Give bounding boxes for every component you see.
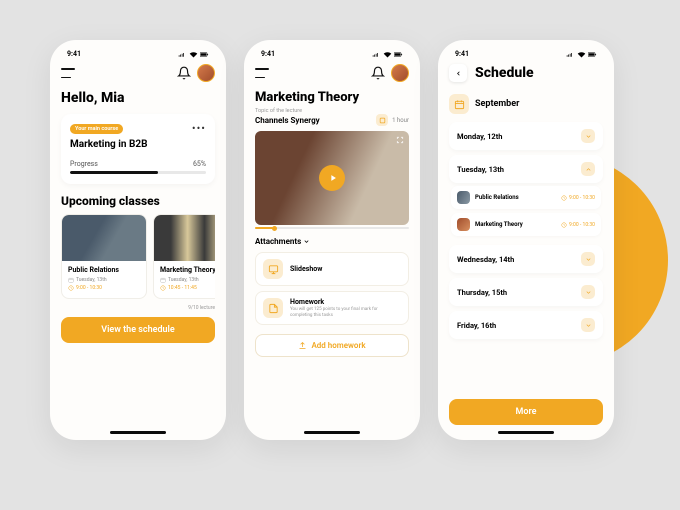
attachment-item[interactable]: Slideshow bbox=[255, 252, 409, 286]
day-row[interactable]: Tuesday, 13th bbox=[449, 155, 603, 183]
add-homework-label: Add homework bbox=[311, 341, 365, 350]
day-label: Wednesday, 14th bbox=[457, 255, 514, 264]
collapse-icon[interactable] bbox=[581, 162, 595, 176]
status-indicators bbox=[566, 51, 597, 58]
home-indicator[interactable] bbox=[304, 431, 360, 434]
menu-icon[interactable] bbox=[61, 68, 77, 78]
lecture-count: 9/10 lecture bbox=[61, 305, 215, 311]
menu-icon[interactable] bbox=[255, 68, 271, 78]
day-label: Friday, 16th bbox=[457, 321, 496, 330]
fullscreen-icon[interactable] bbox=[396, 136, 404, 144]
day-row[interactable]: Thursday, 15th bbox=[449, 278, 603, 306]
day-label: Tuesday, 13th bbox=[457, 165, 504, 174]
video-progress[interactable] bbox=[255, 227, 409, 229]
home-indicator[interactable] bbox=[498, 431, 554, 434]
status-bar: 9:41 bbox=[61, 50, 215, 58]
day-label: Monday, 12th bbox=[457, 132, 502, 141]
greeting: Hello, Mia bbox=[61, 90, 215, 106]
class-card[interactable]: Public Relations Tuesday, 13th 9:00 - 10… bbox=[61, 214, 147, 299]
notification-icon[interactable] bbox=[371, 66, 385, 80]
phone-home: 9:41 Hello, Mia Your main course ••• Mar… bbox=[50, 40, 226, 440]
status-time: 9:41 bbox=[455, 50, 469, 58]
homework-icon bbox=[263, 298, 283, 318]
more-icon[interactable]: ••• bbox=[192, 122, 206, 135]
expand-icon[interactable] bbox=[581, 252, 595, 266]
expand-icon[interactable] bbox=[581, 285, 595, 299]
course-badge: Your main course bbox=[70, 124, 123, 134]
attachment-subtitle: You will get 125 points to your final ma… bbox=[290, 307, 401, 318]
schedule-item[interactable]: Marketing Theory 9:00 - 10:30 bbox=[451, 213, 601, 236]
class-name: Public Relations bbox=[475, 194, 519, 201]
notification-icon[interactable] bbox=[177, 66, 191, 80]
clock-icon bbox=[561, 222, 567, 228]
attachments-header[interactable]: Attachments bbox=[255, 237, 409, 246]
day-row[interactable]: Friday, 16th bbox=[449, 311, 603, 339]
play-button[interactable] bbox=[319, 165, 345, 191]
attachment-item[interactable]: Homework You will get 125 points to your… bbox=[255, 291, 409, 325]
class-title: Public Relations bbox=[68, 266, 140, 274]
status-indicators bbox=[372, 51, 403, 58]
day-row[interactable]: Wednesday, 14th bbox=[449, 245, 603, 273]
chevron-left-icon bbox=[455, 70, 462, 77]
phone-lecture: 9:41 Marketing Theory Topic of the lectu… bbox=[244, 40, 420, 440]
clock-icon bbox=[561, 195, 567, 201]
month-label: September bbox=[475, 99, 519, 109]
class-time: 9:00 - 10:30 bbox=[569, 195, 595, 201]
duration-icon bbox=[376, 114, 388, 126]
phone-schedule: 9:41 Schedule September Monday, 12th Tue… bbox=[438, 40, 614, 440]
avatar[interactable] bbox=[197, 64, 215, 82]
view-schedule-button[interactable]: View the schedule bbox=[61, 317, 215, 343]
progress-label: Progress bbox=[70, 160, 98, 168]
day-label: Thursday, 15th bbox=[457, 288, 507, 297]
status-time: 9:41 bbox=[67, 50, 81, 58]
chevron-down-icon bbox=[303, 238, 310, 245]
topic-name: Channels Synergy bbox=[255, 116, 320, 125]
class-card[interactable]: Marketing Theory Tuesday, 13th 10:45 - 1… bbox=[153, 214, 215, 299]
class-thumbnail bbox=[154, 215, 215, 261]
expand-icon[interactable] bbox=[581, 318, 595, 332]
attachment-title: Homework bbox=[290, 298, 401, 306]
class-title: Marketing Theory bbox=[160, 266, 215, 274]
home-indicator[interactable] bbox=[110, 431, 166, 434]
calendar-icon bbox=[449, 94, 469, 114]
class-thumbnail bbox=[457, 191, 470, 204]
course-title: Marketing in B2B bbox=[70, 139, 206, 150]
page-title: Marketing Theory bbox=[255, 90, 409, 105]
more-button[interactable]: More bbox=[449, 399, 603, 425]
class-time: 9:00 - 10:30 bbox=[569, 222, 595, 228]
schedule-item[interactable]: Public Relations 9:00 - 10:30 bbox=[451, 186, 601, 209]
class-time: 9:00 - 10:30 bbox=[76, 285, 102, 291]
upcoming-title: Upcoming classes bbox=[61, 194, 215, 208]
class-date: Tuesday, 13th bbox=[76, 277, 107, 283]
page-title: Schedule bbox=[475, 65, 534, 81]
status-time: 9:41 bbox=[261, 50, 275, 58]
video-player[interactable] bbox=[255, 131, 409, 225]
back-button[interactable] bbox=[449, 64, 467, 82]
class-name: Marketing Theory bbox=[475, 221, 523, 228]
main-course-card[interactable]: Your main course ••• Marketing in B2B Pr… bbox=[61, 114, 215, 184]
class-thumbnail bbox=[457, 218, 470, 231]
slideshow-icon bbox=[263, 259, 283, 279]
progress-value: 65% bbox=[193, 160, 206, 168]
progress-bar bbox=[70, 171, 206, 174]
duration-value: 1 hour bbox=[392, 117, 409, 124]
status-bar: 9:41 bbox=[449, 50, 603, 58]
expand-icon[interactable] bbox=[581, 129, 595, 143]
class-date: Tuesday, 13th bbox=[168, 277, 199, 283]
day-row[interactable]: Monday, 12th bbox=[449, 122, 603, 150]
attachment-title: Slideshow bbox=[290, 265, 322, 273]
class-thumbnail bbox=[62, 215, 146, 261]
status-indicators bbox=[178, 51, 209, 58]
avatar[interactable] bbox=[391, 64, 409, 82]
class-time: 10:45 - 11:45 bbox=[168, 285, 197, 291]
status-bar: 9:41 bbox=[255, 50, 409, 58]
add-homework-button[interactable]: Add homework bbox=[255, 334, 409, 357]
upload-icon bbox=[298, 341, 307, 350]
attachments-label: Attachments bbox=[255, 237, 301, 246]
